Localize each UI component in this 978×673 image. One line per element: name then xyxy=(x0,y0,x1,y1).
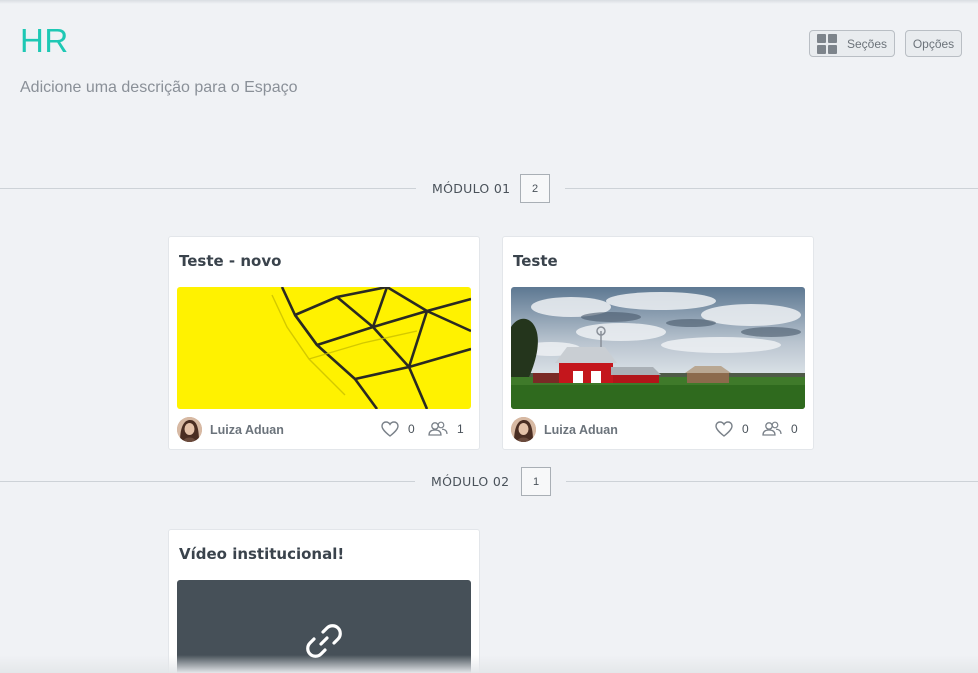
module-header: MÓDULO 01 2 xyxy=(0,174,978,204)
sections-button-label: Seções xyxy=(847,36,888,51)
bottom-fade xyxy=(0,655,978,673)
avatar[interactable] xyxy=(177,417,202,442)
content-card[interactable]: Vídeo institucional! xyxy=(168,529,480,673)
red-barn-landscape-image[interactable] xyxy=(511,287,805,409)
module-count-badge[interactable]: 1 xyxy=(521,467,551,496)
options-button-label: Opções xyxy=(912,36,955,51)
options-button[interactable]: Opções xyxy=(905,30,962,57)
grid-icon xyxy=(817,33,837,54)
space-description[interactable]: Adicione uma descrição para o Espaço xyxy=(20,79,298,97)
like-count: 0 xyxy=(408,422,415,436)
card-footer: Luiza Aduan 0 0 xyxy=(511,417,805,443)
card-footer: Luiza Aduan 0 1 xyxy=(177,417,471,443)
heart-icon xyxy=(381,421,399,437)
members-stat[interactable]: 1 xyxy=(428,418,464,440)
module-label: MÓDULO 02 xyxy=(431,474,510,489)
card-title[interactable]: Teste xyxy=(513,252,558,270)
module-divider xyxy=(0,481,415,482)
top-shadow xyxy=(0,0,978,4)
like-stat[interactable]: 0 xyxy=(715,418,749,440)
card-title[interactable]: Teste - novo xyxy=(179,252,281,270)
content-card[interactable]: Teste Luiza Aduan 0 0 xyxy=(502,236,814,450)
sections-button[interactable]: Seções xyxy=(809,30,895,57)
users-icon xyxy=(428,421,448,436)
module-divider xyxy=(565,188,978,189)
content-card[interactable]: Teste - novo Luiza Aduan 0 1 xyxy=(168,236,480,450)
heart-icon xyxy=(715,421,733,437)
avatar[interactable] xyxy=(511,417,536,442)
members-count: 0 xyxy=(791,422,798,436)
users-icon xyxy=(762,421,782,436)
space-title[interactable]: HR xyxy=(20,22,69,60)
author-name[interactable]: Luiza Aduan xyxy=(544,423,618,437)
abstract-yellow-image[interactable] xyxy=(177,287,471,409)
members-stat[interactable]: 0 xyxy=(762,418,798,440)
like-count: 0 xyxy=(742,422,749,436)
card-title[interactable]: Vídeo institucional! xyxy=(179,545,344,563)
module-count-badge[interactable]: 2 xyxy=(520,174,550,203)
module-divider xyxy=(0,188,416,189)
module-header: MÓDULO 02 1 xyxy=(0,467,978,497)
video-link-placeholder[interactable] xyxy=(177,580,471,673)
module-divider xyxy=(566,481,978,482)
author-name[interactable]: Luiza Aduan xyxy=(210,423,284,437)
module-label: MÓDULO 01 xyxy=(432,181,511,196)
link-icon xyxy=(306,624,342,658)
like-stat[interactable]: 0 xyxy=(381,418,415,440)
members-count: 1 xyxy=(457,422,464,436)
